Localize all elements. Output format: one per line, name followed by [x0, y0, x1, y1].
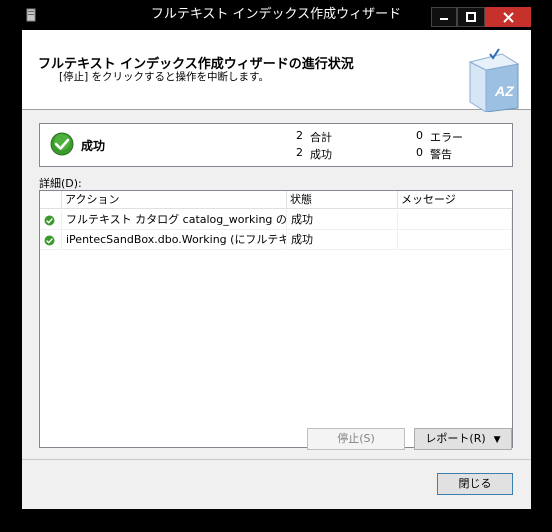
minimize-icon: [440, 18, 448, 20]
report-button[interactable]: レポート(R) ▼: [414, 428, 512, 450]
maximize-button[interactable]: [457, 7, 485, 27]
book-az-icon: AZ: [468, 48, 520, 112]
maximize-icon: [466, 12, 476, 22]
status-summary: 成功 2 合計 2 成功 0 エラー 0 警告: [39, 123, 513, 167]
error-count: 0: [416, 129, 423, 142]
title-bar[interactable]: フルテキスト インデックス作成ウィザード: [0, 0, 552, 30]
column-header-message[interactable]: メッセージ: [398, 191, 512, 209]
warning-count: 0: [416, 146, 423, 159]
success-check-icon: [44, 235, 55, 246]
book-art-text: AZ: [494, 83, 514, 99]
column-header-status[interactable]: 状態: [287, 191, 398, 209]
details-list[interactable]: アクション 状態 メッセージ フルテキスト カタログ catalog_worki…: [39, 190, 513, 448]
close-button[interactable]: 閉じる: [437, 473, 513, 495]
row-message: [398, 230, 512, 250]
page-subtitle: [停止] をクリックすると操作を中断します。: [59, 71, 269, 83]
overall-status: 成功: [81, 139, 106, 153]
success-check-icon: [50, 132, 74, 156]
success-label: 成功: [310, 148, 332, 161]
chevron-down-icon: ▼: [493, 435, 501, 445]
wizard-client-area: フルテキスト インデックス作成ウィザードの進行状況 [停止] をクリックすると操…: [22, 30, 531, 509]
table-row[interactable]: iPentecSandBox.dbo.Working (にフルテキス... 成功: [40, 230, 512, 250]
row-action: フルテキスト カタログ catalog_working の作...: [62, 210, 287, 230]
details-label: 詳細(D):: [39, 177, 82, 190]
total-label: 合計: [310, 131, 332, 144]
report-button-label: レポート(R): [425, 432, 486, 445]
row-icon-cell: [40, 230, 62, 250]
total-count: 2: [296, 129, 303, 142]
stop-button[interactable]: 停止(S): [307, 428, 405, 450]
footer-divider: [22, 459, 531, 460]
row-icon-cell: [40, 210, 62, 230]
warning-label: 警告: [430, 148, 452, 161]
wizard-window: フルテキスト インデックス作成ウィザード フルテキスト インデックス作成ウィザー…: [0, 0, 552, 532]
wizard-header: フルテキスト インデックス作成ウィザードの進行状況 [停止] をクリックすると操…: [22, 30, 531, 112]
column-header-icon[interactable]: [40, 191, 62, 209]
row-status: 成功: [287, 230, 398, 250]
minimize-button[interactable]: [431, 7, 457, 27]
error-label: エラー: [430, 131, 463, 144]
table-row[interactable]: フルテキスト カタログ catalog_working の作... 成功: [40, 210, 512, 230]
column-header-action[interactable]: アクション: [62, 191, 287, 209]
close-icon: [502, 11, 514, 23]
details-list-header: アクション 状態 メッセージ: [40, 191, 512, 209]
row-status: 成功: [287, 210, 398, 230]
row-action: iPentecSandBox.dbo.Working (にフルテキス...: [62, 230, 287, 250]
row-message: [398, 210, 512, 230]
close-window-button[interactable]: [485, 7, 531, 27]
success-check-icon: [44, 215, 55, 226]
success-count: 2: [296, 146, 303, 159]
